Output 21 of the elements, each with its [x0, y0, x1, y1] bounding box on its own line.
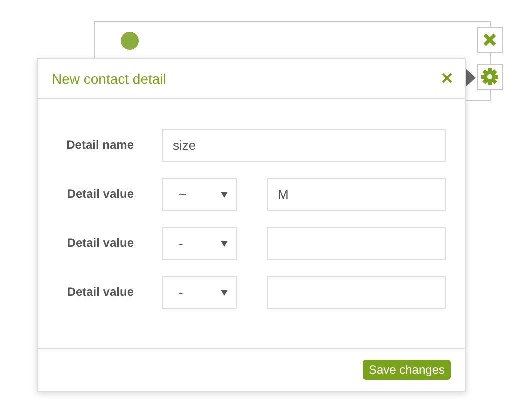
field-label: Detail value [66, 284, 134, 301]
operator-dropdown[interactable]: - [162, 227, 237, 260]
settings-icon [481, 68, 499, 86]
close-button[interactable] [477, 27, 503, 53]
status-icon [121, 32, 139, 50]
operator-dropdown[interactable]: ~ [162, 178, 237, 211]
caret-icon [221, 240, 228, 246]
input-field[interactable] [267, 276, 446, 309]
operator-dropdown[interactable]: - [162, 276, 237, 309]
input-field[interactable]: M [267, 178, 446, 211]
settings-button[interactable] [477, 64, 503, 90]
pointer-arrow [466, 69, 476, 87]
input-field[interactable]: size [162, 129, 446, 162]
dialog-title: New contact detail [52, 70, 166, 86]
caret-icon [221, 192, 228, 198]
caret-icon [221, 290, 228, 296]
field-label: Detail value [66, 235, 134, 252]
field-label: Detail value [66, 186, 134, 203]
field-label: Detail name [66, 137, 134, 154]
input-field[interactable] [267, 227, 446, 260]
close-icon [483, 33, 497, 47]
